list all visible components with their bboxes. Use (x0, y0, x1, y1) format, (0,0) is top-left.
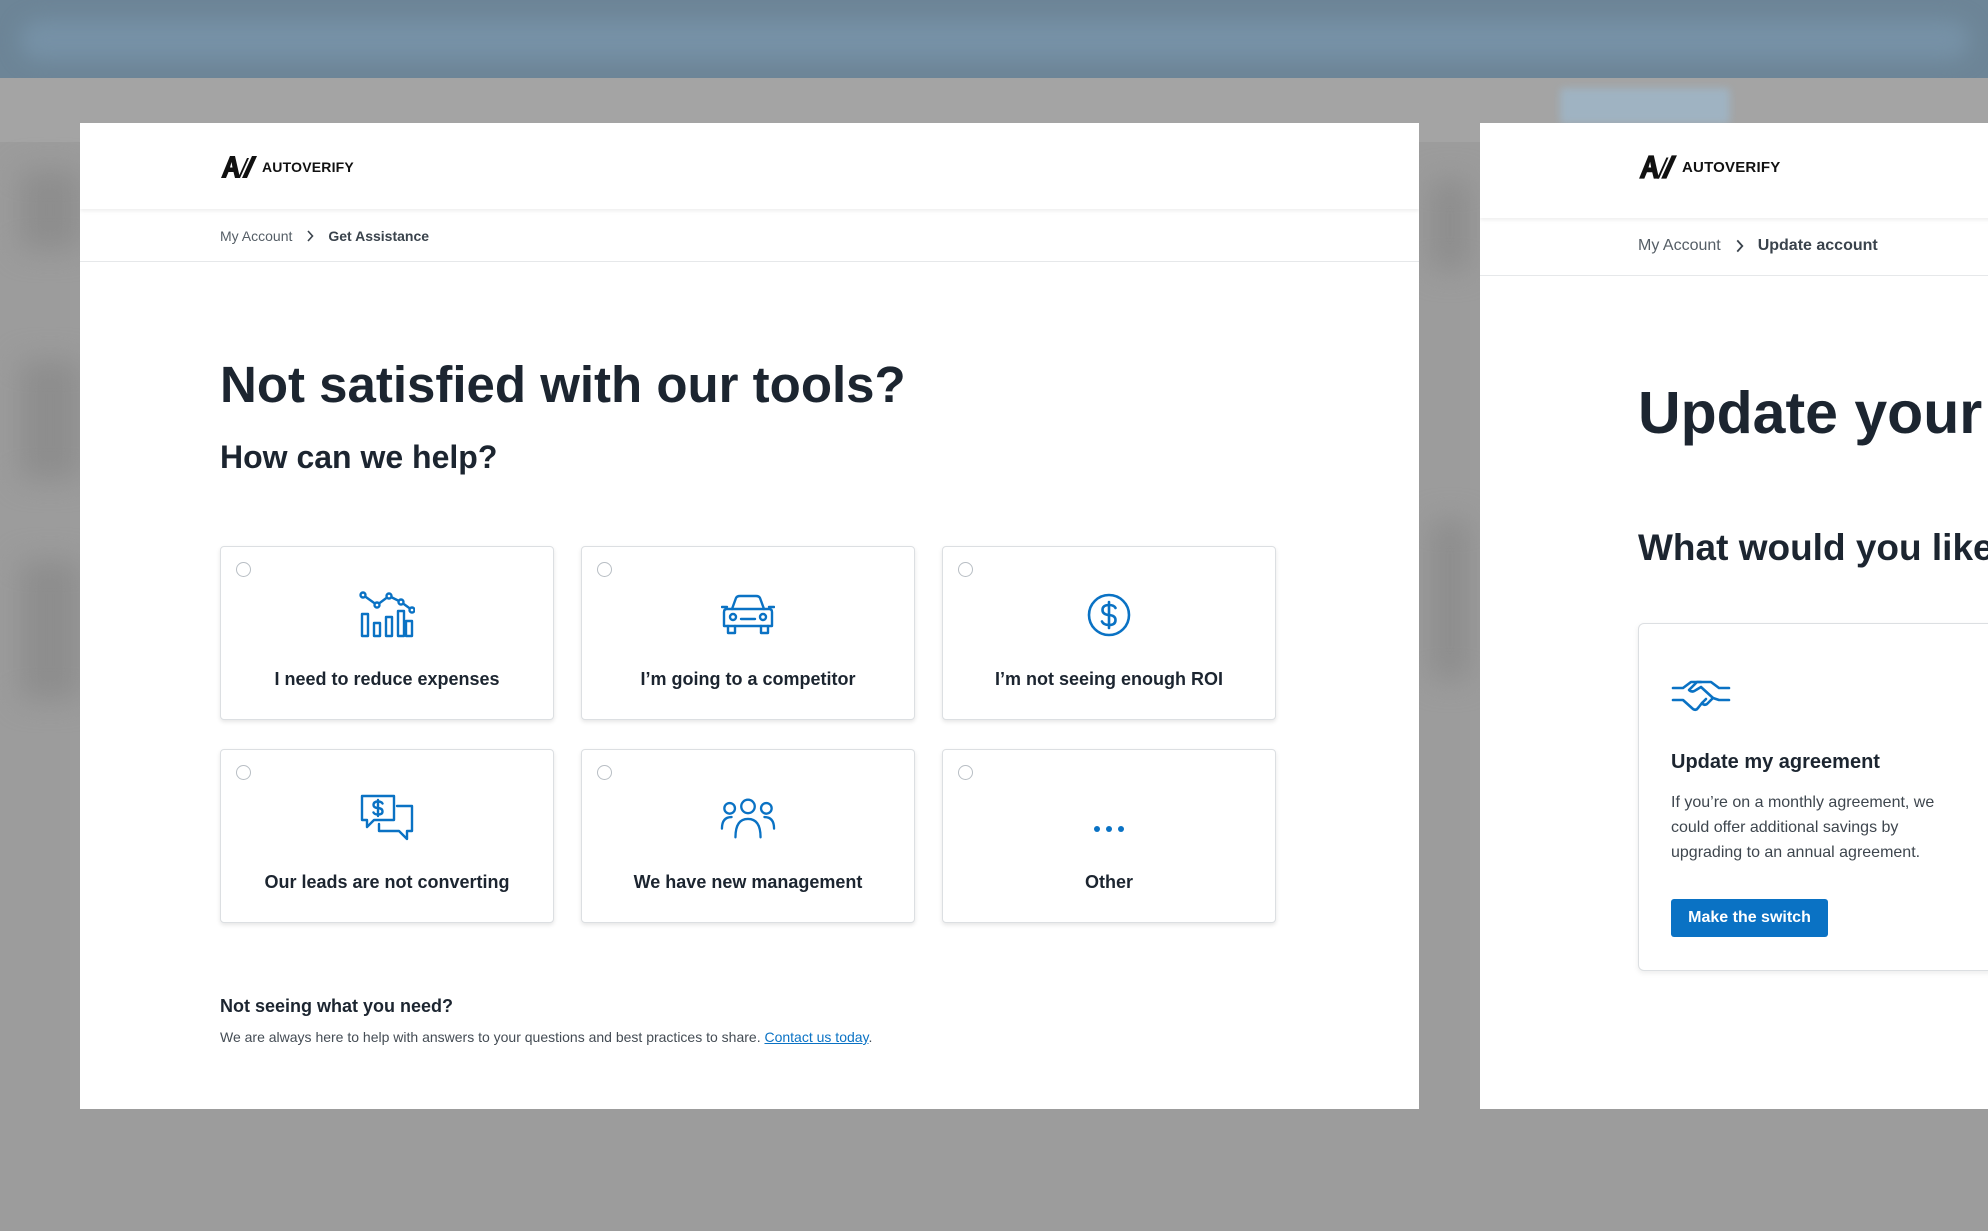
autoverify-logo-icon (221, 156, 257, 178)
page-title: Update your a (1638, 380, 1988, 446)
page-subtitle: How can we help? (220, 439, 498, 475)
breadcrumb-divider (1480, 275, 1988, 276)
agreement-description: If you’re on a monthly agreement, we cou… (1671, 794, 1935, 861)
agreement-title: Update my agreement (1671, 751, 1880, 773)
breadcrumb-current: Get Assistance (328, 228, 430, 244)
option-label: Other (1084, 872, 1133, 892)
breadcrumb-divider (80, 261, 1419, 262)
help-text-trailing: . (868, 1029, 873, 1045)
option-card-leads[interactable]: Our leads are not converting (220, 749, 554, 923)
option-label: Our leads are not converting (264, 872, 510, 892)
help-text: We are always here to help with answers … (220, 1029, 761, 1045)
background-glow (20, 20, 1970, 60)
chevron-right-icon (306, 230, 314, 242)
people-group-icon (720, 790, 776, 846)
dollar-coin-icon (1081, 587, 1137, 643)
option-radio[interactable] (597, 765, 612, 780)
ellipsis-icon (1081, 790, 1137, 846)
logo-text: AUTOVERIFY (1682, 158, 1781, 176)
chevron-right-icon (1735, 239, 1744, 253)
breadcrumb: My Account Get Assistance (220, 228, 429, 244)
option-card-new-management[interactable]: We have new management (581, 749, 915, 923)
help-text-container: We are always here to help with answers … (220, 1029, 872, 1045)
background-button (1560, 88, 1730, 124)
option-radio[interactable] (958, 562, 973, 577)
breadcrumb-my-account[interactable]: My Account (220, 228, 292, 244)
option-card-roi[interactable]: I’m not seeing enough ROI (942, 546, 1276, 720)
background-blob (1430, 180, 1470, 270)
background-blob (20, 560, 80, 700)
autoverify-logo-icon (1639, 155, 1677, 179)
logo-text: AUTOVERIFY (262, 159, 354, 175)
option-label: I’m not seeing enough ROI (994, 669, 1223, 689)
header-bar: AUTOVERIFY (1480, 123, 1988, 218)
option-radio[interactable] (236, 562, 251, 577)
assistance-panel: AUTOVERIFY My Account Get Assistance Not… (80, 123, 1419, 1109)
option-card-other[interactable]: Other (942, 749, 1276, 923)
option-label: We have new management (633, 872, 863, 892)
option-radio[interactable] (958, 765, 973, 780)
option-label: I’m going to a competitor (640, 669, 856, 689)
handshake-icon (1671, 674, 1731, 719)
update-account-panel: AUTOVERIFY My Account Update account Upd… (1480, 123, 1988, 1109)
breadcrumb-my-account[interactable]: My Account (1638, 237, 1721, 255)
page-subtitle: What would you like t (1638, 527, 1988, 568)
option-radio[interactable] (236, 765, 251, 780)
bar-chart-trend-icon (359, 587, 415, 643)
autoverify-logo[interactable]: AUTOVERIFY (220, 155, 354, 179)
make-the-switch-button[interactable]: Make the switch (1671, 899, 1828, 937)
update-agreement-card: Update my agreement If you’re on a month… (1638, 623, 1988, 971)
car-icon (720, 587, 776, 643)
breadcrumb: My Account Update account (1638, 237, 1878, 255)
background-blob (1430, 520, 1470, 680)
background-blob (20, 360, 80, 480)
help-title: Not seeing what you need? (220, 996, 454, 1016)
chat-bubbles-dollar-icon (359, 790, 415, 846)
contact-us-link[interactable]: Contact us today (764, 1029, 868, 1045)
option-card-reduce-expenses[interactable]: I need to reduce expenses (220, 546, 554, 720)
breadcrumb-current: Update account (1757, 237, 1878, 254)
page-title: Not satisfied with our tools? (220, 356, 906, 413)
background-blob (20, 170, 80, 250)
option-radio[interactable] (597, 562, 612, 577)
option-card-competitor[interactable]: I’m going to a competitor (581, 546, 915, 720)
option-label: I need to reduce expenses (274, 669, 500, 689)
header-bar: AUTOVERIFY (80, 123, 1419, 209)
autoverify-logo[interactable]: AUTOVERIFY (1638, 154, 1780, 180)
